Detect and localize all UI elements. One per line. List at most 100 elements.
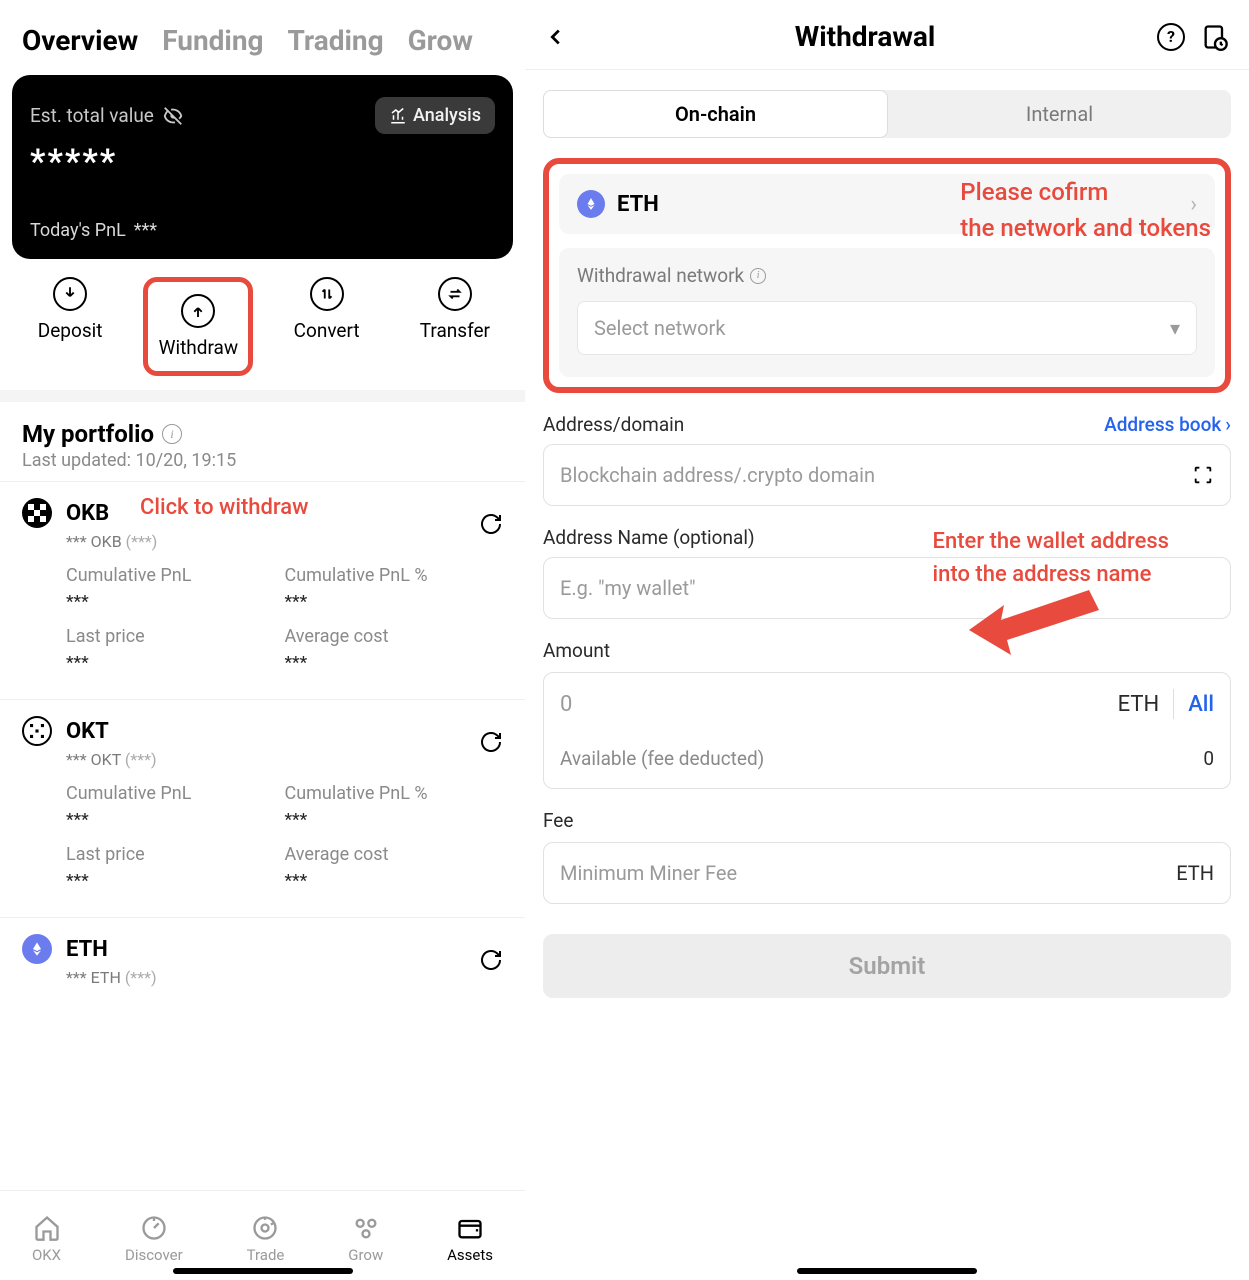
cum-pnl-label: Cumulative PnL xyxy=(66,565,285,586)
okt-icon xyxy=(22,716,52,746)
asset-holding-paren: (***) xyxy=(125,968,157,987)
address-placeholder: Blockchain address/.crypto domain xyxy=(560,463,875,487)
nav-discover-label: Discover xyxy=(125,1246,183,1264)
nav-assets[interactable]: Assets xyxy=(447,1214,493,1264)
amount-input-box: 0 ETH All Available (fee deducted) 0 xyxy=(543,672,1231,789)
submit-button[interactable]: Submit xyxy=(543,934,1231,998)
cum-pnl-pct-label: Cumulative PnL % xyxy=(285,565,504,586)
convert-label: Convert xyxy=(294,319,360,342)
amount-label: Amount xyxy=(543,639,1231,662)
tab-overview[interactable]: Overview xyxy=(22,24,138,57)
cum-pnl-pct-value: *** xyxy=(285,592,504,612)
deposit-icon xyxy=(53,277,87,311)
cum-pnl-value: *** xyxy=(66,810,285,830)
address-name-label: Address Name (optional) xyxy=(543,526,1231,549)
fee-placeholder: Minimum Miner Fee xyxy=(560,861,737,885)
section-divider xyxy=(0,390,525,402)
tab-funding[interactable]: Funding xyxy=(162,24,263,57)
tab-grow[interactable]: Grow xyxy=(408,24,473,57)
pnl-value: *** xyxy=(134,220,157,241)
asset-okb[interactable]: OKB *** OKB (***) Cumulative PnL Cumulat… xyxy=(0,482,525,700)
amount-all-button[interactable]: All xyxy=(1174,692,1214,717)
portfolio-title: My portfolio xyxy=(22,420,154,448)
network-placeholder: Select network xyxy=(594,316,725,340)
tab-trading[interactable]: Trading xyxy=(288,24,384,57)
deposit-label: Deposit xyxy=(38,319,103,342)
fee-unit: ETH xyxy=(1176,861,1214,885)
asset-symbol: ETH xyxy=(66,937,108,962)
home-indicator xyxy=(173,1268,353,1274)
refresh-icon[interactable] xyxy=(479,948,503,972)
amount-unit: ETH xyxy=(1104,692,1174,717)
scan-icon[interactable] xyxy=(1192,464,1214,486)
asset-holding: *** ETH xyxy=(66,968,121,987)
nav-discover[interactable]: Discover xyxy=(125,1214,183,1264)
deposit-button[interactable]: Deposit xyxy=(15,277,125,376)
transfer-label: Transfer xyxy=(420,319,490,342)
transfer-button[interactable]: Transfer xyxy=(400,277,510,376)
chevron-right-icon: › xyxy=(1225,413,1231,436)
avg-cost-value: *** xyxy=(285,871,504,891)
convert-button[interactable]: Convert xyxy=(272,277,382,376)
cum-pnl-value: *** xyxy=(66,592,285,612)
cum-pnl-pct-value: *** xyxy=(285,810,504,830)
asset-symbol: OKT xyxy=(66,719,109,744)
info-icon[interactable]: i xyxy=(750,268,766,284)
asset-holding: *** OKB xyxy=(66,532,122,551)
token-symbol: ETH xyxy=(617,192,659,217)
portfolio-updated: Last updated: 10/20, 19:15 xyxy=(22,450,503,471)
network-label: Withdrawal network xyxy=(577,264,744,287)
fee-label: Fee xyxy=(543,809,1231,832)
refresh-icon[interactable] xyxy=(479,730,503,754)
balance-card: Est. total value Analysis ***** Today's … xyxy=(12,75,513,259)
network-selector[interactable]: Select network ▾ xyxy=(577,301,1197,355)
avg-cost-label: Average cost xyxy=(285,844,504,865)
fee-input[interactable]: Minimum Miner Fee ETH xyxy=(543,842,1231,904)
cum-pnl-label: Cumulative PnL xyxy=(66,783,285,804)
last-price-label: Last price xyxy=(66,844,285,865)
asset-eth[interactable]: ETH *** ETH (***) xyxy=(0,918,525,1005)
segment-internal[interactable]: Internal xyxy=(888,90,1231,138)
withdraw-label: Withdraw xyxy=(159,336,239,359)
nav-okx-label: OKX xyxy=(32,1246,61,1264)
asset-okt[interactable]: OKT *** OKT (***) Cumulative PnL Cumulat… xyxy=(0,700,525,918)
avg-cost-value: *** xyxy=(285,653,504,673)
help-icon[interactable]: ? xyxy=(1157,23,1185,51)
eth-token-icon xyxy=(577,190,605,218)
address-name-input[interactable]: E.g. "my wallet" xyxy=(543,557,1231,619)
annotation-highlight-box: ETH › Withdrawal network i Select networ… xyxy=(543,158,1231,393)
caret-down-icon: ▾ xyxy=(1170,316,1180,340)
withdraw-icon xyxy=(181,294,215,328)
refresh-icon[interactable] xyxy=(479,512,503,536)
chevron-right-icon: › xyxy=(1190,192,1197,217)
address-input[interactable]: Blockchain address/.crypto domain xyxy=(543,444,1231,506)
eye-off-icon[interactable] xyxy=(162,105,184,127)
address-book-link[interactable]: Address book › xyxy=(1104,413,1231,436)
token-selector[interactable]: ETH › xyxy=(559,174,1215,234)
back-button[interactable] xyxy=(545,23,573,51)
transfer-icon xyxy=(438,277,472,311)
last-price-label: Last price xyxy=(66,626,285,647)
pnl-label: Today's PnL xyxy=(30,220,126,241)
available-value: 0 xyxy=(1203,747,1214,770)
nav-okx[interactable]: OKX xyxy=(32,1214,61,1264)
balance-hidden-value: ***** xyxy=(30,142,495,182)
nav-assets-label: Assets xyxy=(447,1246,493,1264)
analysis-label: Analysis xyxy=(413,105,481,126)
convert-icon xyxy=(310,277,344,311)
bottom-nav: OKX Discover Trade Grow Assets xyxy=(0,1190,525,1280)
page-title: Withdrawal xyxy=(795,20,936,53)
withdraw-button[interactable]: Withdraw xyxy=(143,277,253,376)
analysis-button[interactable]: Analysis xyxy=(375,97,495,134)
nav-trade-label: Trade xyxy=(247,1246,285,1264)
asset-holding-paren: (***) xyxy=(125,750,157,769)
amount-input[interactable]: 0 xyxy=(560,692,1104,717)
available-label: Available (fee deducted) xyxy=(560,747,764,770)
history-icon[interactable] xyxy=(1201,23,1229,51)
info-icon[interactable]: i xyxy=(162,424,182,444)
nav-grow-label: Grow xyxy=(348,1246,383,1264)
nav-grow[interactable]: Grow xyxy=(348,1214,383,1264)
nav-trade[interactable]: Trade xyxy=(247,1214,285,1264)
asset-holding: *** OKT xyxy=(66,750,121,769)
segment-onchain[interactable]: On-chain xyxy=(543,90,888,138)
